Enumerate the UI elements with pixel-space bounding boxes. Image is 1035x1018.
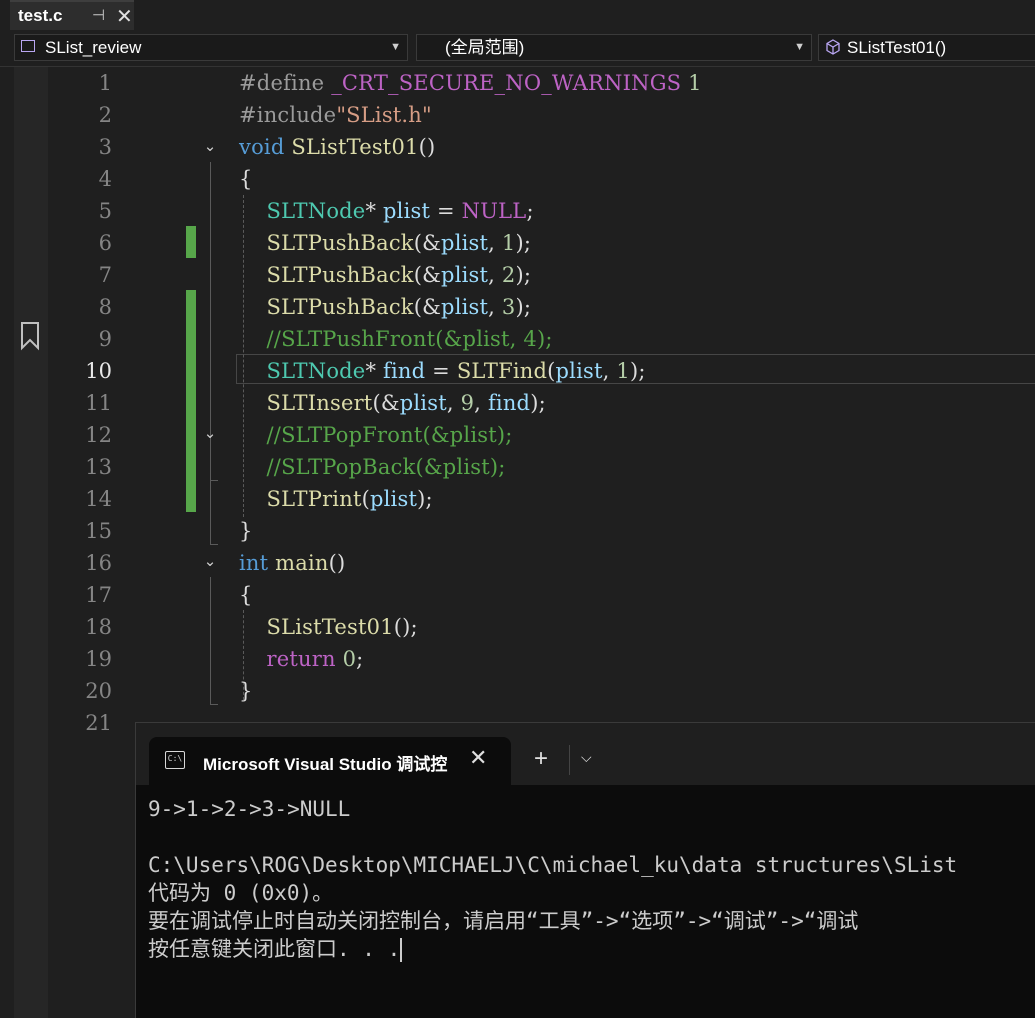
debug-console-window[interactable]: C:\ Microsoft Visual Studio 调试控 ✕ + ⌵ 9-… [135,722,1035,1018]
terminal-icon: C:\ [165,751,185,769]
member-label: SListTest01() [847,38,947,57]
line-number: 10 [85,359,112,383]
code-line: 8 SLTPushBack(&plist, 3); [0,291,1035,323]
line-number: 4 [98,167,112,191]
console-output-line: 要在调试停止时自动关闭控制台，请启用“工具”->“选项”->“调试”->“调试 [148,909,859,933]
code-line: 20 } [0,675,1035,707]
line-number: 5 [98,199,112,223]
code-text: //SLTPushFront(&plist, 4); [266,327,553,351]
line-number: 15 [85,519,112,543]
code-line: 12 //SLTPopFront(&plist); [0,419,1035,451]
console-tab[interactable]: C:\ Microsoft Visual Studio 调试控 ✕ [149,737,511,785]
code-line: 5 SLTNode* plist = NULL; [0,195,1035,227]
console-output-line: 9->1->2->3->NULL [148,797,351,821]
chevron-down-icon[interactable]: ⌵ [581,749,592,766]
code-text: #define _CRT_SECURE_NO_WARNINGS 1 [239,71,702,95]
console-prompt-text: 按任意键关闭此窗口. . . [148,937,401,961]
console-tab-title: Microsoft Visual Studio 调试控 [203,755,448,774]
code-text: { [239,167,253,191]
code-line: 14 SLTPrint(plist); [0,483,1035,515]
code-line: 16 int main() [0,547,1035,579]
line-number: 21 [85,711,112,735]
line-number: 8 [98,295,112,319]
line-number: 20 [85,679,112,703]
code-text: SLTPushBack(&plist, 2); [266,263,532,287]
line-number: 1 [98,71,112,95]
tab-test-c[interactable]: test.c ⊣ ✕ [10,0,134,30]
line-number: 9 [98,327,112,351]
project-label: SList_review [45,38,142,57]
line-number: 19 [85,647,112,671]
line-number: 7 [98,263,112,287]
project-icon [21,40,35,52]
code-line: 15 } [0,515,1035,547]
code-text: SListTest01(); [266,615,418,639]
member-dropdown[interactable]: SListTest01() [818,34,1035,61]
code-line: 6 SLTPushBack(&plist, 1); [0,227,1035,259]
console-output-line: 代码为 0 (0x0)。 [148,881,334,905]
console-tab-bar: C:\ Microsoft Visual Studio 调试控 ✕ + ⌵ [136,723,1035,785]
code-line: 11 SLTInsert(&plist, 9, find); [0,387,1035,419]
code-text: SLTInsert(&plist, 9, find); [266,391,546,415]
line-number: 17 [85,583,112,607]
scope-dropdown[interactable]: (全局范围) ▼ [416,34,812,61]
code-line: 1 #define _CRT_SECURE_NO_WARNINGS 1 [0,67,1035,99]
navigation-bar: SList_review ▼ (全局范围) ▼ SListTest01() [0,30,1035,67]
close-icon[interactable]: ✕ [469,745,487,771]
close-icon[interactable]: ✕ [116,4,133,29]
pin-icon[interactable]: ⊣ [92,6,105,24]
project-dropdown[interactable]: SList_review ▼ [14,34,408,61]
tab-divider [569,745,570,775]
code-line: 2 #include"SList.h" [0,99,1035,131]
line-number: 18 [85,615,112,639]
line-number: 2 [98,103,112,127]
tab-title: test.c [18,6,63,25]
document-tab-strip: test.c ⊣ ✕ [0,0,1035,30]
console-output-line: C:\Users\ROG\Desktop\MICHAELJ\C\michael_… [148,853,958,877]
line-number: 11 [85,391,112,415]
code-line: 7 SLTPushBack(&plist, 2); [0,259,1035,291]
code-line: 19 return 0; [0,643,1035,675]
code-text: } [239,679,253,703]
line-number: 14 [85,487,112,511]
code-text: SLTPrint(plist); [266,487,433,511]
code-line: 17 { [0,579,1035,611]
code-text: void SListTest01() [239,135,436,159]
code-line: 3 void SListTest01() [0,131,1035,163]
code-line: 4 { [0,163,1035,195]
scope-label: (全局范围) [445,38,525,57]
line-number: 13 [85,455,112,479]
code-text: #include"SList.h" [239,103,432,127]
code-text: } [239,519,253,543]
code-text: SLTNode* find = SLTFind(plist, 1); [266,359,646,383]
console-output-line: 按任意键关闭此窗口. . . [148,935,403,963]
cube-icon [826,39,840,55]
code-line: 13 //SLTPopBack(&plist); [0,451,1035,483]
chevron-down-icon: ▼ [390,41,401,53]
text-cursor [400,938,403,962]
line-number: 16 [85,551,112,575]
code-text: SLTPushBack(&plist, 1); [266,231,532,255]
code-text: { [239,583,253,607]
code-line: 18 SListTest01(); [0,611,1035,643]
code-text: SLTNode* plist = NULL; [266,199,534,223]
code-line-current: 10 SLTNode* find = SLTFind(plist, 1); [0,355,1035,387]
code-text: return 0; [266,647,364,671]
code-text: int main() [239,551,346,575]
code-text: //SLTPopFront(&plist); [266,423,513,447]
chevron-down-icon: ▼ [794,41,805,53]
code-line: 9 //SLTPushFront(&plist, 4); [0,323,1035,355]
line-number: 3 [98,135,112,159]
plus-icon[interactable]: + [534,745,548,773]
code-text: //SLTPopBack(&plist); [266,455,506,479]
line-number: 12 [85,423,112,447]
line-number: 6 [98,231,112,255]
code-text: SLTPushBack(&plist, 3); [266,295,532,319]
